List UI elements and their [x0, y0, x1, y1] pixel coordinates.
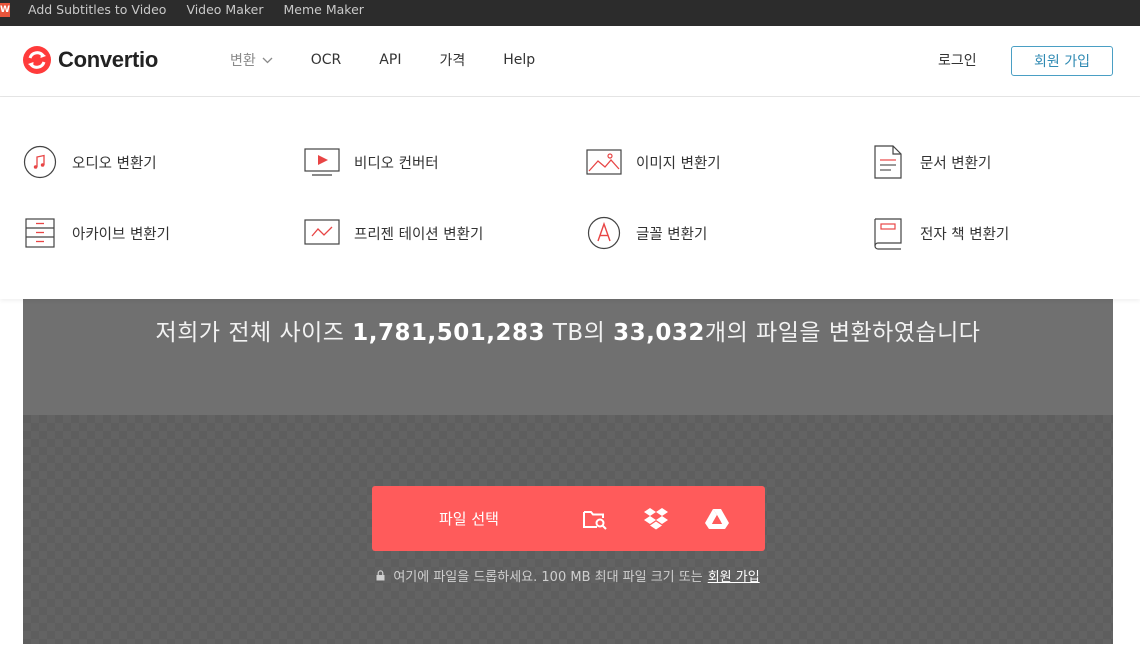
- menu-item-label: 아카이브 변환기: [72, 226, 170, 243]
- menu-item-label: 오디오 변환기: [72, 155, 157, 172]
- choose-file-label: 파일 선택: [439, 510, 499, 528]
- nav-ocr[interactable]: OCR: [311, 52, 342, 68]
- menu-item-presentation[interactable]: 프리젠 테이션 변환기: [304, 215, 483, 251]
- toplink-video-maker[interactable]: Video Maker: [186, 2, 263, 17]
- choose-file-button[interactable]: 파일 선택: [372, 486, 765, 551]
- presentation-icon: [304, 219, 340, 245]
- convertio-logo-icon: [23, 46, 51, 74]
- menu-item-label: 전자 책 변환기: [920, 226, 1010, 243]
- menu-item-label: 프리젠 테이션 변환기: [354, 226, 484, 243]
- dropbox-button[interactable]: [642, 505, 669, 533]
- top-strip: W Add Subtitles to Video Video Maker Mem…: [0, 0, 1140, 26]
- toplink-add-subtitles[interactable]: Add Subtitles to Video: [28, 2, 166, 17]
- nav-convert[interactable]: 변환: [230, 50, 273, 70]
- audio-icon: [23, 145, 57, 179]
- login-link[interactable]: 로그인: [938, 50, 977, 70]
- convert-dropdown-menu: 오디오 변환기 비디오 컨버터 이미지 변환기 문서 변환기 아카이브 변환기 …: [0, 97, 1140, 299]
- archive-icon: [25, 218, 55, 248]
- upload-hint: 여기에 파일을 드롭하세요. 100 MB 최대 파일 크기 또는 회원 가입: [23, 566, 1113, 585]
- browse-computer-button[interactable]: [581, 505, 608, 533]
- menu-item-label: 이미지 변환기: [636, 155, 721, 172]
- nav-api[interactable]: API: [379, 52, 401, 68]
- menu-item-video[interactable]: 비디오 컨버터: [304, 144, 439, 180]
- header: Convertio 변환 OCR API 가격 Help 로그인 회원 가입: [0, 26, 1140, 97]
- video-icon: [304, 148, 340, 176]
- toplink-meme-maker[interactable]: Meme Maker: [284, 2, 364, 17]
- image-icon: [586, 149, 622, 175]
- folder-search-icon: [582, 510, 607, 530]
- nav-convert-label: 변환: [230, 53, 256, 69]
- lock-icon: [376, 570, 385, 581]
- menu-item-image[interactable]: 이미지 변환기: [586, 144, 721, 180]
- ebook-icon: [874, 218, 902, 250]
- stats-count: 33,032: [613, 320, 705, 346]
- hint-signup-link[interactable]: 회원 가입: [708, 566, 760, 585]
- google-drive-button[interactable]: [704, 505, 731, 533]
- upload-hint-text: 여기에 파일을 드롭하세요. 100 MB 최대 파일 크기 또는: [393, 570, 703, 585]
- chevron-down-icon: [262, 57, 273, 63]
- stats-suffix: 개의 파일을 변환하였습니다: [704, 320, 981, 346]
- menu-item-label: 문서 변환기: [920, 155, 992, 172]
- dropbox-icon: [644, 507, 669, 529]
- main-nav: 변환 OCR API 가격 Help: [230, 50, 573, 70]
- file-drop-zone[interactable]: 파일 선택 여기에 파일을 드롭하세요. 100 MB 최대 파일 크기 또는 …: [23, 415, 1113, 644]
- menu-item-audio[interactable]: 오디오 변환기: [22, 144, 157, 180]
- font-icon: [587, 216, 621, 250]
- nav-pricing[interactable]: 가격: [439, 50, 465, 70]
- menu-item-archive[interactable]: 아카이브 변환기: [22, 215, 170, 251]
- signup-button[interactable]: 회원 가입: [1011, 46, 1113, 76]
- nav-help[interactable]: Help: [503, 52, 535, 68]
- google-drive-icon: [705, 508, 730, 529]
- stats-banner: 저희가 전체 사이즈 1,781,501,283 TB의 33,032개의 파일…: [23, 299, 1113, 415]
- stats-unit: TB의: [545, 320, 614, 346]
- w-logo-icon[interactable]: W: [0, 3, 10, 17]
- menu-item-ebook[interactable]: 전자 책 변환기: [870, 215, 1009, 251]
- stats-text: 저희가 전체 사이즈 1,781,501,283 TB의 33,032개의 파일…: [23, 313, 1113, 347]
- menu-item-document[interactable]: 문서 변환기: [870, 144, 991, 180]
- brand-name: Convertio: [58, 47, 158, 72]
- menu-item-label: 글꼴 변환기: [636, 226, 708, 243]
- menu-item-label: 비디오 컨버터: [354, 155, 439, 172]
- document-icon: [874, 145, 902, 179]
- stats-size: 1,781,501,283: [352, 320, 546, 346]
- stats-prefix: 저희가 전체 사이즈: [155, 320, 353, 346]
- brand-logo[interactable]: Convertio: [22, 45, 158, 75]
- menu-item-font[interactable]: 글꼴 변환기: [586, 215, 707, 251]
